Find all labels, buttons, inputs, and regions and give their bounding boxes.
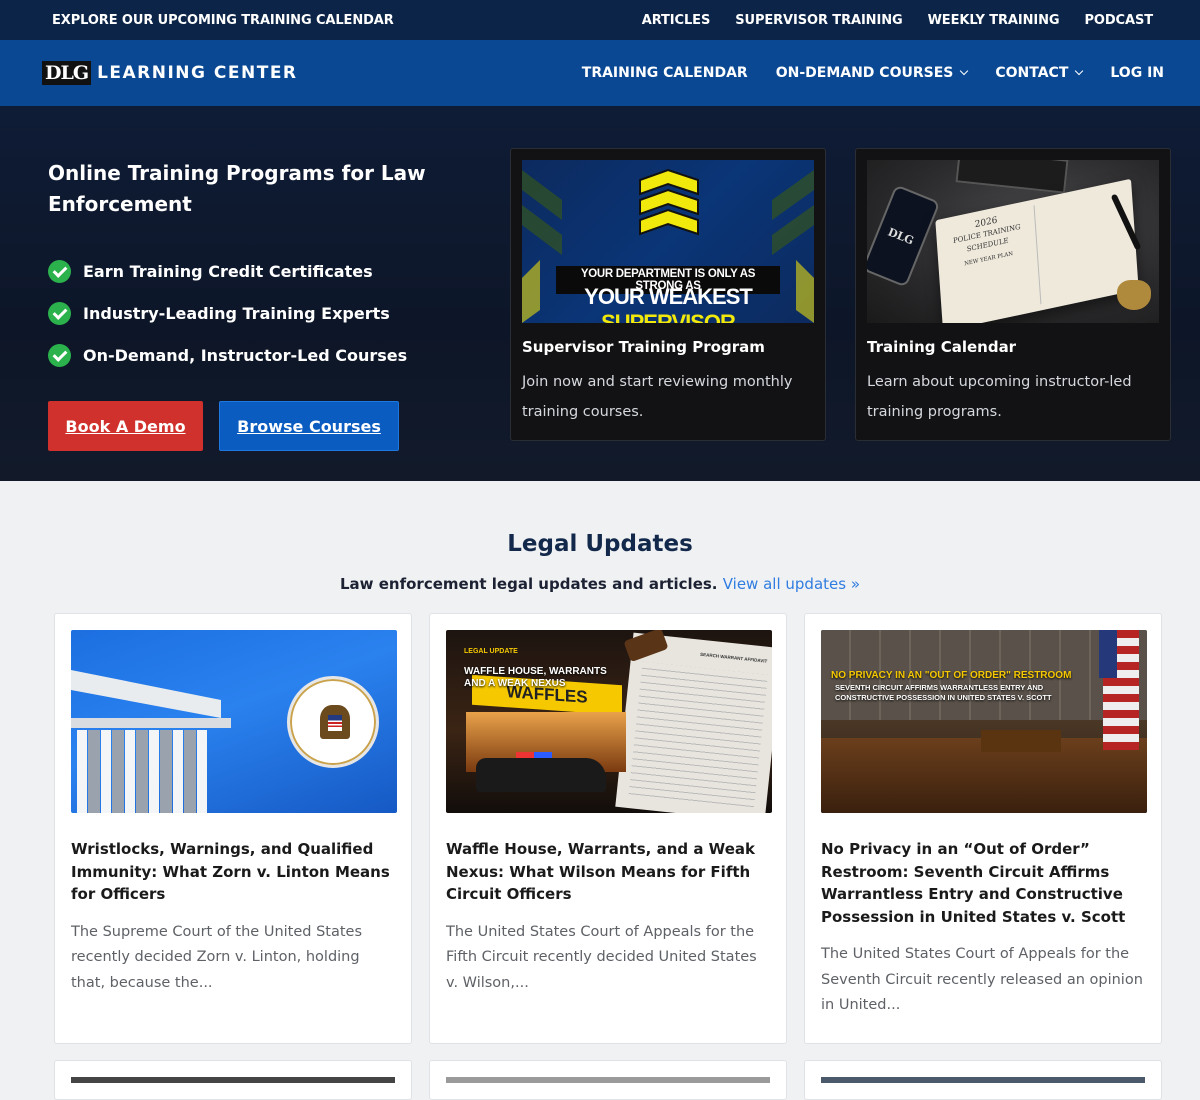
benefit-item: Industry-Leading Training Experts [48, 292, 468, 334]
card-text: Learn about upcoming instructor-led trai… [867, 374, 1132, 420]
image-headline: NO PRIVACY IN AN "OUT OF ORDER" RESTROOM [831, 670, 1072, 681]
browse-courses-button[interactable]: Browse Courses [219, 401, 399, 451]
benefit-list: Earn Training Credit Certificates Indust… [48, 250, 468, 376]
site-logo[interactable]: DLG LEARNING CENTER [42, 61, 298, 85]
article-card[interactable]: Wristlocks, Warnings, and Qualified Immu… [54, 613, 412, 1044]
logo-mark: DLG [42, 61, 92, 85]
hero-title: Online Training Programs for Law Enforce… [48, 161, 426, 216]
article-image-waffle-house: SEARCH WARRANT AFFIDAVIT WAFFLES LEGAL U… [446, 630, 772, 813]
book-demo-button[interactable]: Book A Demo [48, 401, 203, 451]
nav-on-demand-courses[interactable]: ON-DEMAND COURSES [775, 65, 969, 81]
card-title: Training Calendar [867, 338, 1017, 356]
check-circle-icon [48, 343, 71, 367]
hero-section: Online Training Programs for Law Enforce… [0, 106, 1200, 481]
chevron-down-icon [1075, 66, 1084, 76]
view-all-updates-link[interactable]: View all updates » [723, 575, 860, 593]
check-circle-icon [48, 259, 71, 283]
top-link-articles[interactable]: ARTICLES [642, 13, 711, 28]
logo-text: LEARNING CENTER [97, 63, 298, 83]
badge-icon [1117, 280, 1151, 310]
benefit-item: On-Demand, Instructor-Led Courses [48, 334, 468, 376]
nav-label: LOG IN [1110, 65, 1164, 81]
image-caption-white: YOUR WEAKEST [584, 284, 753, 309]
image-headline: WAFFLE HOUSE, WARRANTS AND A WEAK NEXUS [464, 666, 607, 690]
main-nav: DLG LEARNING CENTER TRAINING CALENDAR ON… [0, 40, 1200, 106]
benefit-text: Industry-Leading Training Experts [83, 303, 390, 323]
article-title[interactable]: No Privacy in an “Out of Order” Restroom… [821, 838, 1145, 928]
image-caption-yellow: SUPERVISOR [601, 310, 736, 323]
card-title: Supervisor Training Program [522, 338, 765, 356]
article-image-supreme-court [71, 630, 397, 813]
warrant-document: SEARCH WARRANT AFFIDAVIT [615, 632, 772, 813]
hero-buttons: Book A Demo Browse Courses [48, 401, 468, 451]
article-card-partial[interactable] [429, 1060, 787, 1100]
article-card[interactable]: NO PRIVACY IN AN "OUT OF ORDER" RESTROOM… [804, 613, 1162, 1044]
legal-updates-subtitle: Law enforcement legal updates and articl… [0, 575, 1200, 593]
top-link-podcast[interactable]: PODCAST [1084, 13, 1153, 28]
training-calendar-image: DLG 2026 POLICE TRAINING SCHEDULE NEW YE… [867, 160, 1159, 323]
legal-subtitle-text: Law enforcement legal updates and articl… [339, 575, 718, 593]
nav-log-in[interactable]: LOG IN [1110, 65, 1164, 81]
phone-shape: DLG [867, 184, 941, 288]
card-text: Join now and start reviewing monthly tra… [522, 374, 793, 420]
image-tag: LEGAL UPDATE [464, 648, 518, 655]
article-excerpt: The United States Court of Appeals for t… [446, 923, 757, 991]
article-image-partial [821, 1077, 1145, 1083]
article-card-partial[interactable] [54, 1060, 412, 1100]
supreme-court-seal-icon [287, 676, 379, 768]
article-card-partial[interactable] [804, 1060, 1162, 1100]
top-link-weekly-training[interactable]: WEEKLY TRAINING [928, 13, 1060, 28]
notebook-shape: 2026 POLICE TRAINING SCHEDULE NEW YEAR P… [935, 178, 1139, 323]
folder-shape [955, 160, 1069, 194]
benefit-text: Earn Training Credit Certificates [83, 261, 373, 281]
nav-label: CONTACT [995, 65, 1069, 81]
notebook-cover-text: 2026 POLICE TRAINING SCHEDULE NEW YEAR P… [944, 209, 1031, 274]
image-subheadline-line: CONSTRUCTIVE POSSESSION IN UNITED STATES… [835, 693, 1052, 702]
article-excerpt: The Supreme Court of the United States r… [71, 923, 363, 991]
hero-intro: Online Training Programs for Law Enforce… [48, 158, 468, 451]
image-subheadline: SEVENTH CIRCUIT AFFIRMS WARRANTLESS ENTR… [835, 683, 1052, 703]
flag-canton [1099, 630, 1117, 678]
benefit-text: On-Demand, Instructor-Led Courses [83, 345, 408, 365]
training-calendar-promo-link[interactable]: EXPLORE OUR UPCOMING TRAINING CALENDAR [52, 13, 394, 28]
article-title[interactable]: Wristlocks, Warnings, and Qualified Immu… [71, 838, 395, 906]
article-image-partial [71, 1077, 395, 1083]
nav-label: TRAINING CALENDAR [581, 65, 748, 81]
document-heading: SEARCH WARRANT AFFIDAVIT [699, 651, 768, 664]
image-caption-bottom: YOUR WEAKEST SUPERVISOR [522, 284, 814, 323]
notebook-spine [1033, 205, 1042, 305]
image-subheadline-line: SEVENTH CIRCUIT AFFIRMS WARRANTLESS ENTR… [835, 683, 1044, 692]
article-list: Wristlocks, Warnings, and Qualified Immu… [54, 613, 1162, 1044]
nav-training-calendar[interactable]: TRAINING CALENDAR [582, 65, 748, 81]
article-image-courtroom: NO PRIVACY IN AN "OUT OF ORDER" RESTROOM… [821, 630, 1147, 813]
phone-logo-text: DLG [886, 224, 916, 248]
check-circle-icon [48, 301, 71, 325]
police-car [476, 752, 606, 792]
supervisor-training-card[interactable]: YOUR DEPARTMENT IS ONLY AS STRONG AS YOU… [510, 148, 826, 441]
training-calendar-card[interactable]: DLG 2026 POLICE TRAINING SCHEDULE NEW YE… [855, 148, 1171, 441]
top-links: ARTICLES SUPERVISOR TRAINING WEEKLY TRAI… [642, 13, 1153, 28]
article-excerpt: The United States Court of Appeals for t… [821, 946, 1143, 1013]
legal-updates-title: Legal Updates [507, 531, 693, 557]
article-card[interactable]: SEARCH WARRANT AFFIDAVIT WAFFLES LEGAL U… [429, 613, 787, 1044]
nav-contact[interactable]: CONTACT [995, 65, 1084, 81]
supervisor-training-image: YOUR DEPARTMENT IS ONLY AS STRONG AS YOU… [522, 160, 814, 323]
article-image-partial [446, 1077, 770, 1083]
benefit-item: Earn Training Credit Certificates [48, 250, 468, 292]
top-link-supervisor-training[interactable]: SUPERVISOR TRAINING [735, 13, 902, 28]
chevron-down-icon [960, 66, 969, 76]
nav-label: ON-DEMAND COURSES [775, 65, 954, 81]
nav-links: TRAINING CALENDAR ON-DEMAND COURSES CONT… [582, 65, 1164, 81]
books-stack [981, 730, 1061, 752]
article-title[interactable]: Waffle House, Warrants, and a Weak Nexus… [446, 838, 770, 906]
image-headline-line: WAFFLE HOUSE, WARRANTS [464, 666, 607, 677]
image-headline-line: AND A WEAK NEXUS [464, 678, 566, 689]
top-bar: EXPLORE OUR UPCOMING TRAINING CALENDAR A… [0, 0, 1200, 40]
